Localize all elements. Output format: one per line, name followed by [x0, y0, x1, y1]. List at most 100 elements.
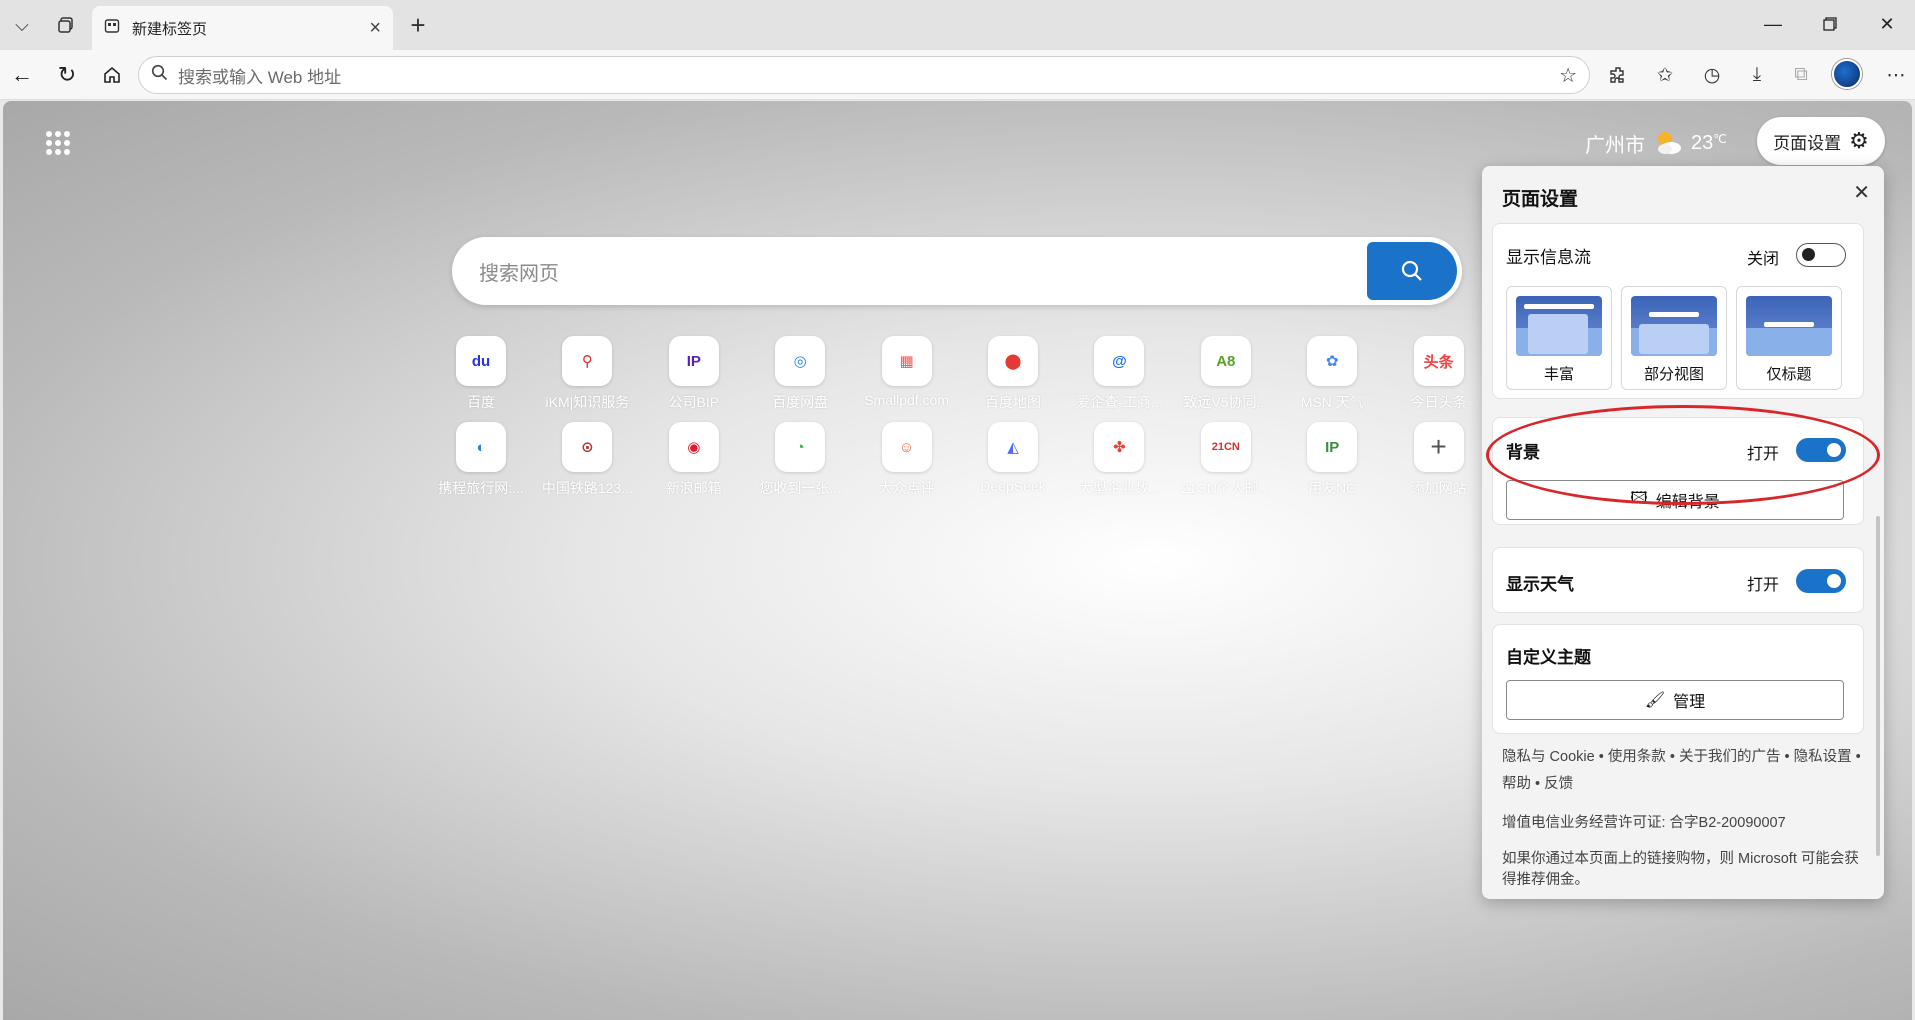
shortcut-tile[interactable]: ✿ MSN 天气 [1279, 336, 1385, 416]
workspaces-icon[interactable] [48, 9, 84, 41]
shortcut-tile[interactable]: ✤ 大型企业数... [1066, 422, 1172, 502]
edit-background-label: 编辑背景 [1655, 494, 1720, 511]
layout-option-label: 部分视图 [1643, 366, 1704, 383]
shortcut-tile[interactable]: ◐ 携程旅行网:... [428, 422, 534, 502]
background-state: 打开 [1747, 446, 1780, 463]
background-toggle[interactable] [1796, 438, 1846, 462]
close-icon[interactable]: ✕ [1853, 180, 1870, 205]
more-menu-icon[interactable]: ⋯ [1881, 60, 1911, 90]
weather-widget[interactable]: 广州市 23 ℃ [1585, 123, 1727, 163]
shortcut-tile[interactable]: ⊙ 中国铁路123... [534, 422, 640, 502]
layout-option-headings[interactable]: 仅标题 [1736, 286, 1842, 390]
new-tab-plus-icon[interactable]: + [400, 9, 436, 41]
shortcut-icon: @ [1094, 336, 1145, 386]
search-icon [151, 64, 168, 86]
weather-card: 显示天气 打开 [1492, 547, 1864, 613]
web-search-input[interactable]: 搜索网页 [452, 257, 1367, 286]
tab-page-icon [104, 18, 120, 38]
feed-card: 显示信息流 关闭 丰富 部分视图 仅标题 [1492, 223, 1864, 399]
shortcut-tile[interactable]: ◔ 您收到一张... [747, 422, 853, 502]
shortcut-tile[interactable]: ⚲ iKM|知识服务 [534, 336, 640, 416]
shortcut-icon: IP [668, 336, 719, 386]
address-input[interactable]: 搜索或输入 Web 地址 [178, 63, 1559, 88]
history-icon[interactable]: ◷ [1697, 60, 1727, 90]
layout-option-label: 仅标题 [1766, 366, 1812, 383]
page-settings-button[interactable]: 页面设置 ⚙ [1757, 117, 1885, 165]
background-label: 背景 [1506, 443, 1540, 462]
shortcut-label: 今日头条 [1410, 394, 1467, 410]
shortcut-icon: ◎ [775, 336, 826, 386]
favorite-star-icon[interactable]: ☆ [1559, 63, 1577, 88]
link-help[interactable]: 帮助 [1502, 776, 1531, 792]
shortcut-tile[interactable]: ⬤ 百度地图 [960, 336, 1066, 416]
minimize-icon[interactable]: — [1750, 8, 1796, 40]
shortcut-label: 添加网站 [1410, 480, 1467, 496]
link-privacy-cookie[interactable]: 隐私与 Cookie [1502, 749, 1595, 765]
home-icon[interactable] [96, 59, 128, 91]
close-window-icon[interactable]: ✕ [1864, 8, 1910, 40]
background-card: 背景 打开 🖾 编辑背景 [1492, 417, 1864, 525]
tab-new-tab[interactable]: 新建标签页 × [92, 6, 393, 50]
shortcut-label: 致远V5协同... [1183, 394, 1269, 410]
link-ads[interactable]: 关于我们的广告 [1679, 749, 1781, 765]
partly-cloudy-icon [1653, 128, 1683, 158]
shortcut-icon: 头条 [1413, 336, 1464, 386]
shortcut-icon: ◔ [775, 422, 826, 472]
shortcut-icon: ⊙ [562, 422, 613, 472]
tab-close-icon[interactable]: × [369, 17, 381, 40]
shortcut-icon: IP [1307, 422, 1358, 472]
shortcut-label: DeepSeek [980, 478, 1046, 494]
manage-theme-label: 管理 [1673, 694, 1706, 711]
shortcut-tile[interactable]: ◉ 新浪邮箱 [641, 422, 747, 502]
shortcut-tile[interactable]: 21CN 21CN个人邮... [1173, 422, 1279, 502]
shortcut-tile[interactable]: IP 公司BIP [641, 336, 747, 416]
search-icon [1401, 260, 1422, 281]
shortcut-tile[interactable]: ◎ 百度网盘 [747, 336, 853, 416]
favorites-icon[interactable]: ✩ [1650, 60, 1680, 90]
panel-scrollbar[interactable] [1876, 516, 1880, 856]
shortcut-tile[interactable]: + 添加网站 [1386, 422, 1492, 502]
palette-icon: 🖌 [1644, 692, 1666, 709]
license-text: 增值电信业务经营许可证: 合字B2-20090007 [1502, 815, 1786, 831]
shortcut-label: MSN 天气 [1300, 394, 1364, 410]
downloads-icon[interactable]: ⤓ [1742, 60, 1772, 90]
weather-toggle[interactable] [1796, 569, 1846, 593]
web-search-button[interactable] [1367, 242, 1457, 300]
shortcut-tile[interactable]: ◭ DeepSeek [960, 422, 1066, 502]
tab-actions-chevron-icon[interactable]: ⌵ [4, 9, 40, 41]
shortcut-tile[interactable]: ▦ Smallpdf.com [854, 336, 960, 416]
restore-icon[interactable] [1807, 8, 1853, 40]
link-terms[interactable]: 使用条款 [1608, 749, 1666, 765]
back-arrow-icon[interactable]: ← [6, 59, 38, 91]
link-feedback[interactable]: 反馈 [1544, 776, 1573, 792]
shortcut-icon: du [456, 336, 506, 386]
shortcut-tile[interactable]: ☺ 大众点评 [854, 422, 960, 502]
address-bar[interactable]: 搜索或输入 Web 地址 ☆ [138, 56, 1590, 94]
shortcut-icon: ⬤ [988, 336, 1038, 386]
shortcut-icon: ◐ [456, 422, 506, 472]
manage-theme-button[interactable]: 🖌 管理 [1506, 680, 1844, 720]
refresh-icon[interactable]: ↻ [51, 59, 83, 91]
shortcut-tile[interactable]: IP 用友NC [1279, 422, 1385, 502]
shortcut-tile[interactable]: @ 爱企查-工商... [1066, 336, 1172, 416]
shortcut-label: 公司BIP [668, 394, 720, 410]
extensions-icon[interactable] [1603, 60, 1633, 90]
layout-option-rich[interactable]: 丰富 [1506, 286, 1612, 390]
feed-toggle[interactable] [1796, 243, 1846, 267]
screenshot-icon[interactable]: ⧉ [1786, 60, 1816, 90]
shortcut-tile[interactable]: 头条 今日头条 [1386, 336, 1492, 416]
shortcut-icon: ◉ [668, 422, 719, 472]
link-privacy-settings[interactable]: 隐私设置 [1794, 749, 1852, 765]
profile-avatar[interactable] [1832, 59, 1862, 89]
shortcut-tile[interactable]: A8 致远V5协同... [1173, 336, 1279, 416]
shortcut-label: 新浪邮箱 [665, 480, 722, 496]
shortcut-tile[interactable]: du 百度 [428, 336, 534, 416]
edit-background-button[interactable]: 🖾 编辑背景 [1506, 480, 1844, 520]
tab-title: 新建标签页 [132, 20, 208, 38]
layout-option-partial[interactable]: 部分视图 [1621, 286, 1727, 390]
app-launcher-icon[interactable] [46, 131, 70, 155]
page-settings-label: 页面设置 [1773, 133, 1842, 153]
theme-card: 自定义主题 🖌 管理 [1492, 624, 1864, 734]
shortcut-label: 您收到一张... [759, 480, 842, 496]
web-search-box[interactable]: 搜索网页 [452, 237, 1462, 305]
